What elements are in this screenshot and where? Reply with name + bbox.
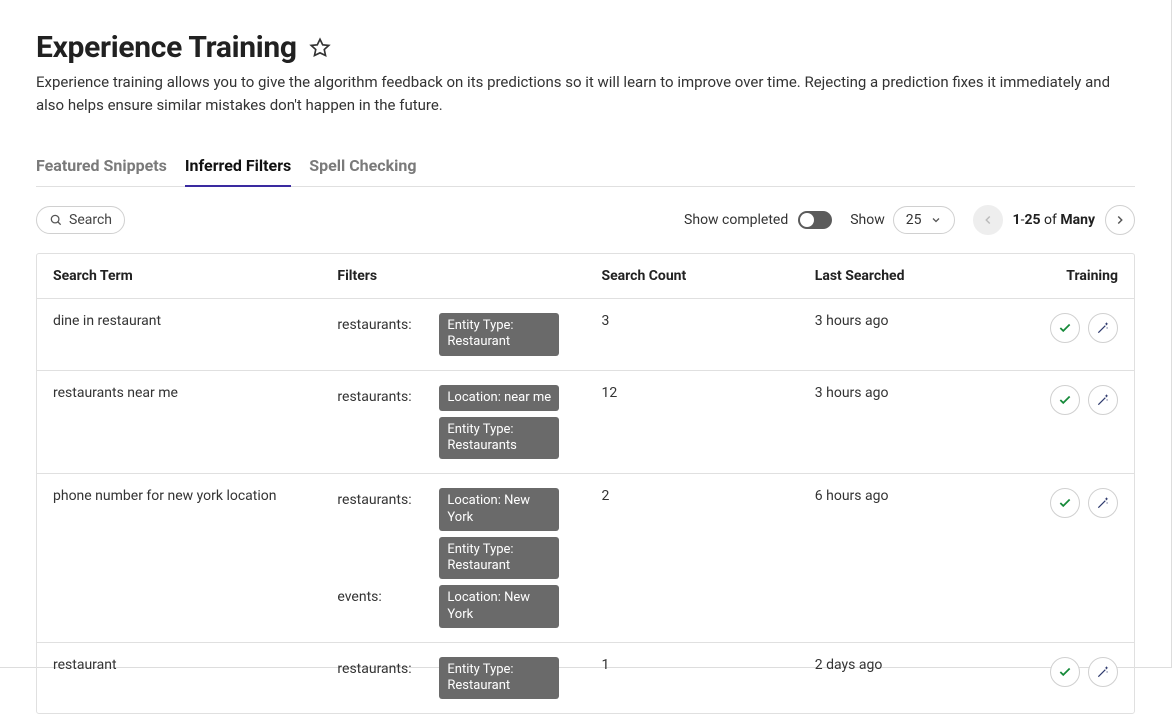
tab-featured-snippets[interactable]: Featured Snippets xyxy=(36,156,167,187)
cell-last-searched: 3 hours ago xyxy=(799,370,1012,474)
filter-chip-list: Entity Type: Restaurant xyxy=(439,657,559,700)
wand-icon xyxy=(1096,496,1110,510)
cell-training xyxy=(1012,474,1134,643)
favorite-button[interactable] xyxy=(307,35,333,61)
cell-filters: restaurants: Location: near me Entity Type… xyxy=(321,370,585,474)
table-row: restaurant restaurants: Entity Type: Resta… xyxy=(37,642,1134,713)
table-row: restaurants near me restaurants: Location:… xyxy=(37,370,1134,474)
prev-page-button[interactable] xyxy=(973,205,1003,235)
cell-training xyxy=(1012,642,1134,713)
approve-button[interactable] xyxy=(1050,385,1080,415)
edit-button[interactable] xyxy=(1088,313,1118,343)
tab-inferred-filters[interactable]: Inferred Filters xyxy=(185,156,291,187)
table-row: dine in restaurant restaurants: Entity Typ… xyxy=(37,299,1134,371)
filter-chip: Entity Type: Restaurants xyxy=(439,417,559,460)
filter-group: events: Location: New York xyxy=(337,585,569,628)
table-row: phone number for new york locationrestau… xyxy=(37,474,1134,643)
filter-group: restaurants: Entity Type: Restaurant xyxy=(337,313,569,356)
col-last-searched: Last Searched xyxy=(799,254,1012,299)
cell-training xyxy=(1012,370,1134,474)
filter-type-label: events: xyxy=(337,585,417,605)
filter-chip-list: Location: near me Entity Type: Restaurant… xyxy=(439,385,559,460)
pager: 1-25 of Many xyxy=(973,205,1135,235)
training-actions xyxy=(1050,657,1118,687)
cell-last-searched: 3 hours ago xyxy=(799,299,1012,371)
filter-chip: Location: New York xyxy=(439,488,559,531)
results-table: Search Term Filters Search Count Last Se… xyxy=(37,254,1134,713)
chevron-right-icon xyxy=(1113,213,1127,227)
filter-chip: Location: near me xyxy=(439,385,559,411)
page-size-value: 25 xyxy=(906,212,922,228)
search-input[interactable]: Search xyxy=(36,206,125,234)
search-icon xyxy=(49,213,63,227)
page-title: Experience Training xyxy=(36,30,297,65)
page-range: 1-25 of Many xyxy=(1013,212,1095,228)
col-search-term: Search Term xyxy=(37,254,321,299)
training-actions xyxy=(1050,313,1118,343)
check-icon xyxy=(1058,321,1072,335)
wand-icon xyxy=(1096,393,1110,407)
next-page-button[interactable] xyxy=(1105,205,1135,235)
show-completed-label: Show completed xyxy=(684,212,788,228)
filter-chip: Location: New York xyxy=(439,585,559,628)
edit-button[interactable] xyxy=(1088,657,1118,687)
filter-type-label: restaurants: xyxy=(337,657,417,677)
filter-chip-list: Location: New York Entity Type: Restauran… xyxy=(439,488,559,579)
check-icon xyxy=(1058,665,1072,679)
filter-chip-list: Location: New York xyxy=(439,585,559,628)
edit-button[interactable] xyxy=(1088,385,1118,415)
approve-button[interactable] xyxy=(1050,313,1080,343)
approve-button[interactable] xyxy=(1050,488,1080,518)
check-icon xyxy=(1058,393,1072,407)
filter-group: restaurants: Entity Type: Restaurant xyxy=(337,657,569,700)
cell-search-count: 3 xyxy=(585,299,798,371)
filter-chip: Entity Type: Restaurant xyxy=(439,657,559,700)
cell-search-count: 2 xyxy=(585,474,798,643)
filter-chip-list: Entity Type: Restaurant xyxy=(439,313,559,356)
chevron-down-icon xyxy=(930,214,942,226)
cell-search-term: restaurant xyxy=(37,642,321,713)
cell-filters: restaurants: Location: New York Entity Typ… xyxy=(321,474,585,643)
cell-search-count: 1 xyxy=(585,642,798,713)
tab-spell-checking[interactable]: Spell Checking xyxy=(309,156,416,187)
star-icon xyxy=(309,37,331,59)
training-actions xyxy=(1050,488,1118,518)
cell-search-term: phone number for new york location xyxy=(37,474,321,643)
filter-group: restaurants: Location: near me Entity Type… xyxy=(337,385,569,460)
tabs: Featured Snippets Inferred Filters Spell… xyxy=(36,156,1135,187)
col-training: Training xyxy=(1012,254,1134,299)
edit-button[interactable] xyxy=(1088,488,1118,518)
cell-filters: restaurants: Entity Type: Restaurant xyxy=(321,299,585,371)
cell-search-term: restaurants near me xyxy=(37,370,321,474)
cell-last-searched: 6 hours ago xyxy=(799,474,1012,643)
toggle-knob xyxy=(800,213,814,227)
filter-type-label: restaurants: xyxy=(337,313,417,333)
cell-filters: restaurants: Entity Type: Restaurant xyxy=(321,642,585,713)
training-actions xyxy=(1050,385,1118,415)
show-completed-toggle[interactable] xyxy=(798,211,832,229)
filter-group: restaurants: Location: New York Entity Typ… xyxy=(337,488,569,579)
cell-search-count: 12 xyxy=(585,370,798,474)
col-filters: Filters xyxy=(321,254,585,299)
chevron-left-icon xyxy=(981,213,995,227)
approve-button[interactable] xyxy=(1050,657,1080,687)
wand-icon xyxy=(1096,665,1110,679)
wand-icon xyxy=(1096,321,1110,335)
page-size-select[interactable]: 25 xyxy=(893,206,955,234)
search-label: Search xyxy=(69,212,112,228)
cell-training xyxy=(1012,299,1134,371)
cell-search-term: dine in restaurant xyxy=(37,299,321,371)
filter-chip: Entity Type: Restaurant xyxy=(439,313,559,356)
filter-type-label: restaurants: xyxy=(337,488,417,508)
check-icon xyxy=(1058,496,1072,510)
filter-chip: Entity Type: Restaurant xyxy=(439,537,559,580)
filter-type-label: restaurants: xyxy=(337,385,417,405)
cell-last-searched: 2 days ago xyxy=(799,642,1012,713)
page-description: Experience training allows you to give t… xyxy=(36,71,1135,116)
col-search-count: Search Count xyxy=(585,254,798,299)
show-label: Show xyxy=(850,212,885,228)
